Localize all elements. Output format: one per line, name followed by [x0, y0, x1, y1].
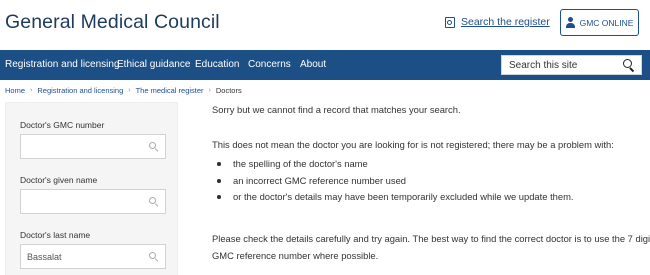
gmc-number-label: Doctor's GMC number — [20, 120, 105, 130]
no-record-message: Sorry but we cannot find a record that m… — [212, 104, 461, 115]
last-name-value: Bassalat — [27, 252, 62, 262]
search-icon — [149, 252, 159, 262]
gmc-online-label: GMC ONLINE — [579, 17, 634, 28]
search-register-label: Search the register — [461, 16, 550, 28]
search-icon — [149, 142, 159, 152]
breadcrumb-home[interactable]: Home — [5, 86, 25, 95]
site-search-text: Search this site — [509, 60, 578, 71]
nav-item-about[interactable]: About — [300, 59, 326, 70]
breadcrumb-medical-register[interactable]: The medical register — [136, 86, 204, 95]
search-icon — [149, 197, 159, 207]
advice-text-continued: GMC reference number where possible. — [212, 250, 379, 261]
site-logo[interactable]: General Medical Council — [5, 11, 220, 34]
breadcrumb-current: Doctors — [215, 86, 242, 95]
site-header: General Medical Council Search the regis… — [0, 0, 650, 50]
given-name-field[interactable] — [20, 189, 166, 214]
chevron-right-icon: › — [208, 87, 211, 94]
register-search-icon — [445, 16, 455, 28]
nav-item-registration[interactable]: Registration and licensing — [5, 59, 120, 70]
nav-item-education[interactable]: Education — [195, 59, 239, 70]
breadcrumb-registration[interactable]: Registration and licensing — [37, 86, 123, 95]
site-search-input[interactable]: Search this site — [501, 55, 642, 75]
gmc-number-field[interactable] — [20, 134, 166, 159]
given-name-label: Doctor's given name — [20, 175, 98, 185]
last-name-label: Doctor's last name — [20, 230, 91, 240]
main-nav: Registration and licensing Ethical guida… — [0, 50, 650, 80]
gmc-online-button[interactable]: GMC ONLINE — [560, 9, 639, 36]
advice-text: Please check the details carefully and t… — [212, 233, 650, 244]
nav-item-ethical-guidance[interactable]: Ethical guidance — [117, 59, 190, 70]
search-icon[interactable] — [623, 59, 635, 73]
explanation-text: This does not mean the doctor you are lo… — [212, 139, 614, 150]
breadcrumb: Home › Registration and licensing › The … — [5, 86, 242, 95]
nav-item-concerns[interactable]: Concerns — [248, 59, 291, 70]
chevron-right-icon: › — [30, 87, 33, 94]
last-name-field[interactable]: Bassalat — [20, 244, 166, 269]
search-form-panel: Doctor's GMC number Doctor's given name … — [5, 102, 178, 275]
search-register-link[interactable]: Search the register — [445, 16, 550, 28]
user-icon — [565, 17, 575, 28]
chevron-right-icon: › — [128, 87, 131, 94]
